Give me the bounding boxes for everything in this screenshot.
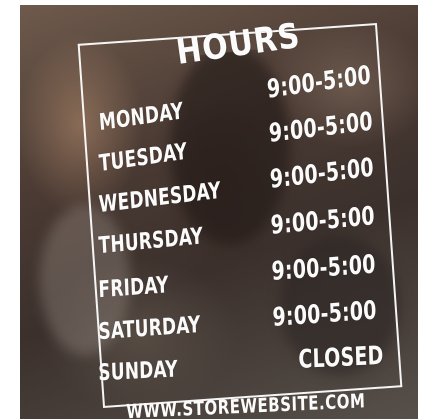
day-sunday: SUNDAY — [98, 356, 179, 387]
window-photo-background: HOURS MONDAY TUESDAY WEDNESDAY THURSDAY … — [20, 5, 418, 419]
hours-decal: HOURS MONDAY TUESDAY WEDNESDAY THURSDAY … — [20, 5, 418, 419]
day-friday: FRIDAY — [98, 272, 170, 304]
hours-sunday: CLOSED — [298, 340, 384, 375]
